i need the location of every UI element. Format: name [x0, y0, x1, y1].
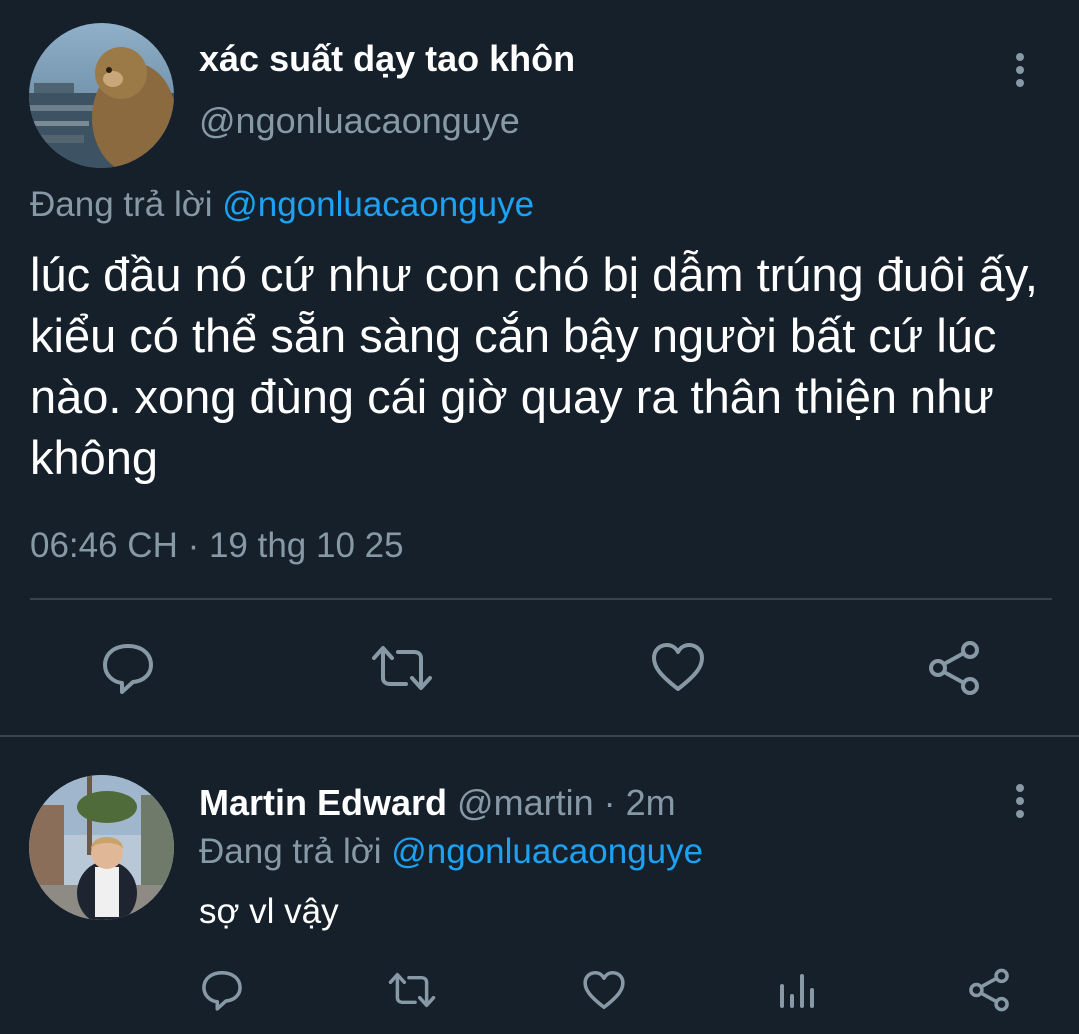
- tweet-timestamp[interactable]: 06:46 CH · 19 thg 10 25: [30, 526, 404, 566]
- reply-more-options-icon[interactable]: [1008, 783, 1032, 824]
- replying-to-link[interactable]: @ngonluacaonguye: [222, 185, 534, 224]
- reply-analytics-icon[interactable]: [778, 970, 816, 1010]
- author-avatar[interactable]: [29, 23, 174, 168]
- reply-replying-to-line: Đang trả lời @ngonluacaonguye: [199, 832, 703, 872]
- retweet-icon[interactable]: [370, 642, 434, 694]
- reply-header: Martin Edward @martin · 2m: [199, 782, 676, 824]
- more-options-icon[interactable]: [1008, 52, 1032, 93]
- reply-text: sợ vl vậy: [199, 892, 339, 931]
- divider: [30, 598, 1052, 600]
- tweet-text: lúc đầu nó cứ như con chó bị dẫm trúng đ…: [30, 248, 1038, 484]
- reply-icon[interactable]: [100, 640, 156, 696]
- reply-reply-icon[interactable]: [200, 968, 244, 1012]
- reply-like-icon[interactable]: [582, 969, 626, 1011]
- replying-to-label: Đang trả lời: [30, 185, 213, 224]
- replying-to-line: Đang trả lời @ngonluacaonguye: [30, 185, 534, 225]
- reply-author-handle[interactable]: @martin: [457, 782, 594, 823]
- reply-replying-to-label: Đang trả lời: [199, 832, 382, 871]
- reply-author-avatar[interactable]: [29, 775, 174, 920]
- author-display-name[interactable]: xác suất dạy tao khôn: [199, 38, 575, 80]
- share-icon[interactable]: [926, 640, 982, 696]
- reply-replying-to-link[interactable]: @ngonluacaonguye: [391, 832, 703, 871]
- reply-share-icon[interactable]: [967, 968, 1011, 1012]
- section-divider: [0, 735, 1079, 737]
- like-icon[interactable]: [650, 641, 706, 693]
- reply-meta-separator: ·: [603, 782, 616, 823]
- author-handle[interactable]: @ngonluacaonguye: [199, 100, 520, 142]
- reply-time[interactable]: 2m: [626, 782, 676, 823]
- reply-author-display-name[interactable]: Martin Edward: [199, 782, 447, 823]
- reply-retweet-icon[interactable]: [387, 970, 437, 1010]
